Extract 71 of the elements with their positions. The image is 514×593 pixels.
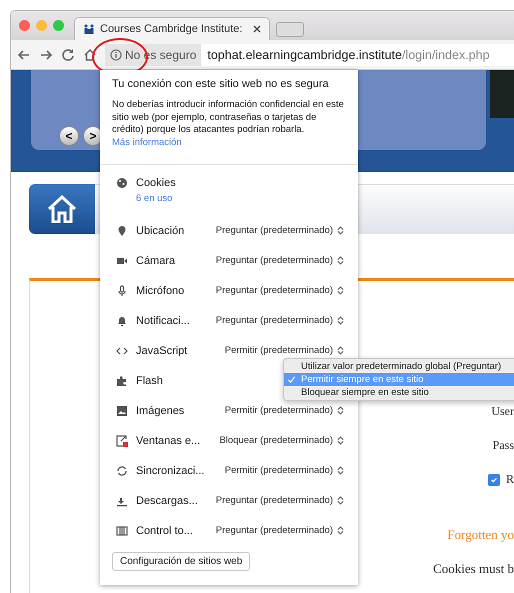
up-down-arrows-icon [337, 466, 344, 475]
location-pin-icon [116, 224, 128, 236]
permission-select[interactable]: Permitir (predeterminado) [224, 465, 346, 476]
permission-select[interactable]: Permitir (predeterminado) [224, 405, 346, 416]
up-down-arrows-icon [337, 256, 344, 265]
permission-label: Descargas... [136, 494, 198, 506]
more-info-link[interactable]: Más información [112, 136, 182, 148]
image-icon [116, 404, 128, 416]
permission-label: Ubicación [136, 224, 184, 236]
home-icon[interactable] [83, 48, 97, 62]
puzzle-icon [116, 374, 128, 386]
form-label: Pass [492, 438, 514, 453]
permission-label: Flash [136, 374, 163, 386]
checkmark-icon [287, 375, 296, 384]
sync-icon [116, 464, 128, 476]
permission-label: Micrófono [136, 284, 184, 296]
cookie-icon [116, 176, 128, 188]
up-down-arrows-icon [337, 346, 344, 355]
microphone-icon [116, 284, 128, 296]
url-host[interactable]: tophat.elearningcambridge.institute [207, 48, 402, 62]
checkbox-label: R [506, 472, 514, 487]
home-tile[interactable] [29, 184, 95, 234]
keyboard-icon [116, 524, 128, 536]
browser-tab[interactable]: Courses Cambridge Institute: [74, 17, 270, 40]
url-path[interactable]: /login/index.php [402, 48, 490, 62]
reload-icon[interactable] [61, 48, 75, 62]
up-down-arrows-icon [337, 526, 344, 535]
permission-label: Imágenes [136, 404, 184, 416]
code-icon [116, 344, 128, 356]
cookies-in-use-link[interactable]: 6 en uso [136, 192, 172, 204]
permission-label: JavaScript [136, 344, 188, 356]
permission-select[interactable]: Bloquear (predeterminado) [219, 435, 346, 446]
slider-arrow-button[interactable]: < [59, 126, 79, 146]
menu-option[interactable]: Utilizar valor predeterminado global (Preguntar) [284, 360, 514, 373]
forward-icon[interactable] [39, 48, 53, 62]
tab-title: Courses Cambridge Institute: [100, 23, 244, 35]
up-down-arrows-icon [337, 496, 344, 505]
permission-select[interactable]: Preguntar (predeterminado) [216, 525, 346, 536]
checkmark-icon [490, 476, 498, 484]
popup-blocked-icon [116, 434, 128, 446]
cookies-note: Cookies must b [433, 561, 514, 577]
bell-icon [116, 314, 128, 326]
up-down-arrows-icon [337, 316, 344, 325]
up-down-arrows-icon [337, 436, 344, 445]
permission-label: Cámara [136, 254, 176, 266]
permission-label: Ventanas e... [136, 434, 200, 446]
permission-select[interactable]: Preguntar (predeterminado) [216, 285, 346, 296]
permission-select[interactable]: Preguntar (predeterminado) [216, 255, 346, 266]
permission-label: Cookies [136, 176, 176, 188]
form-label: User [491, 404, 514, 419]
up-down-arrows-icon [337, 286, 344, 295]
site-settings-button[interactable]: Configuración de sitios web [112, 552, 250, 570]
permission-select[interactable]: Preguntar (predeterminado) [216, 315, 346, 326]
warning-text: No deberías introducir información confidencial en este sitio web (por ejemplo, contraseñas o tarjetas de crédito) porque los atacantes podrían robarla. [112, 99, 345, 136]
permission-label: Notificaci... [136, 314, 190, 326]
menu-option[interactable]: Bloquear siempre en este sitio [284, 386, 514, 399]
popup-title: Tu conexión con este sitio web no es segura [112, 78, 330, 90]
house-icon [47, 195, 77, 223]
info-icon [110, 48, 122, 60]
permission-select[interactable]: Permitir (predeterminado) [224, 345, 346, 356]
up-down-arrows-icon [337, 226, 344, 235]
up-down-arrows-icon [337, 406, 344, 415]
permission-label: Sincronizaci... [136, 464, 204, 476]
remember-checkbox[interactable] [488, 474, 500, 486]
back-icon[interactable] [17, 48, 31, 62]
permission-select[interactable]: Preguntar (predeterminado) [216, 495, 346, 506]
dark-image-edge [490, 70, 514, 118]
close-icon[interactable] [253, 25, 261, 33]
permission-select[interactable]: Preguntar (predeterminado) [216, 225, 346, 236]
permission-label: Control to... [136, 524, 193, 536]
people-icon [83, 23, 95, 35]
